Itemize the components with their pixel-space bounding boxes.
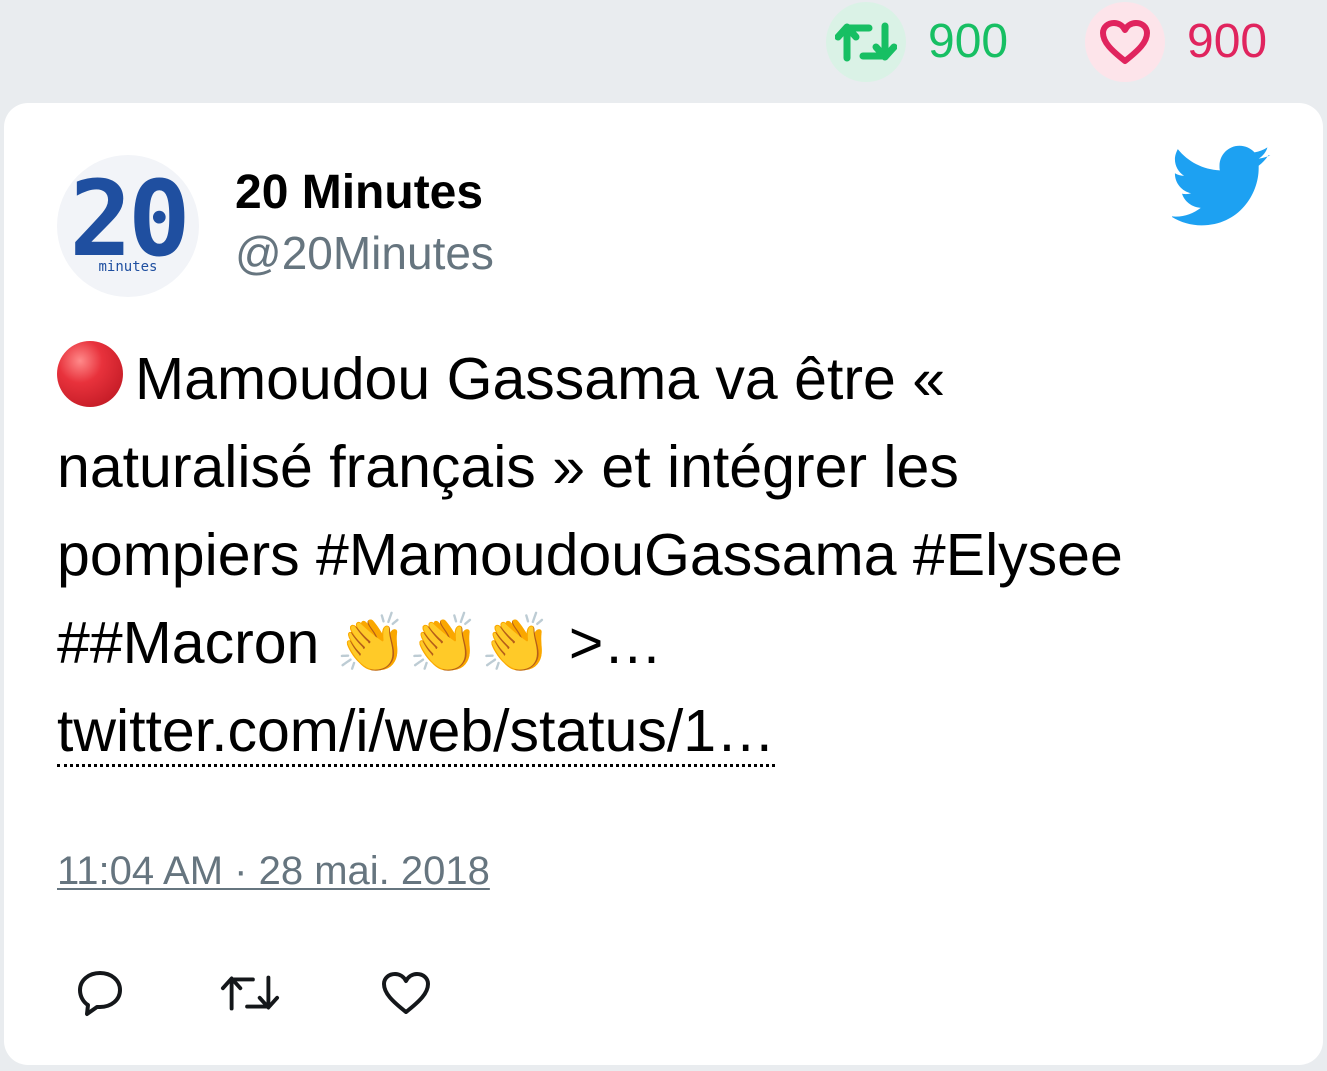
tweet-card: 20 minutes 20 Minutes @20Minutes Mamoudo…: [4, 103, 1323, 1065]
reply-button[interactable]: [70, 963, 130, 1023]
tweet-line-3: pompiers #MamoudouGassama #Elysee: [57, 522, 1123, 588]
tweet-text: Mamoudou Gassama va être « naturalisé fr…: [57, 335, 1287, 775]
author-name[interactable]: 20 Minutes: [235, 165, 483, 221]
like-button[interactable]: [376, 963, 436, 1023]
like-counter[interactable]: 900: [1085, 2, 1267, 82]
tweet-line-1: Mamoudou Gassama va être «: [57, 335, 1287, 423]
avatar[interactable]: 20 minutes: [57, 155, 199, 297]
retweet-icon: [220, 975, 280, 1011]
heart-icon[interactable]: [1085, 2, 1165, 82]
retweet-button[interactable]: [220, 963, 280, 1023]
retweet-count: 900: [928, 15, 1009, 68]
retweet-icon[interactable]: [826, 2, 906, 82]
retweet-counter[interactable]: 900: [826, 2, 1008, 82]
tweet-actions: [4, 963, 1323, 1023]
avatar-logo-word: minutes: [98, 259, 157, 275]
tweet-text-segment: Mamoudou Gassama va être «: [135, 346, 946, 412]
clapping-hands-icon: 👏👏👏: [335, 611, 553, 676]
heart-icon: [382, 972, 430, 1014]
tweet-link[interactable]: twitter.com/i/web/status/1…: [57, 698, 776, 767]
tweet-text-segment: >…: [552, 610, 663, 676]
author-handle[interactable]: @20Minutes: [235, 225, 494, 281]
tweet-timestamp[interactable]: 11:04 AM · 28 mai. 2018: [57, 847, 490, 895]
tweet-line-2: naturalisé français » et intégrer les: [57, 434, 959, 500]
red-circle-icon: [57, 341, 123, 407]
tweet-line-5: twitter.com/i/web/status/1…: [57, 687, 1287, 775]
tweet-text-segment: ##Macron: [57, 610, 336, 676]
tweet-line-4: ##Macron 👏👏👏 >…: [57, 599, 1287, 687]
engagement-counters: 900 900: [0, 0, 1327, 84]
twitter-bird-icon[interactable]: [1170, 145, 1272, 229]
reply-icon: [78, 971, 122, 1016]
like-count: 900: [1187, 15, 1268, 68]
